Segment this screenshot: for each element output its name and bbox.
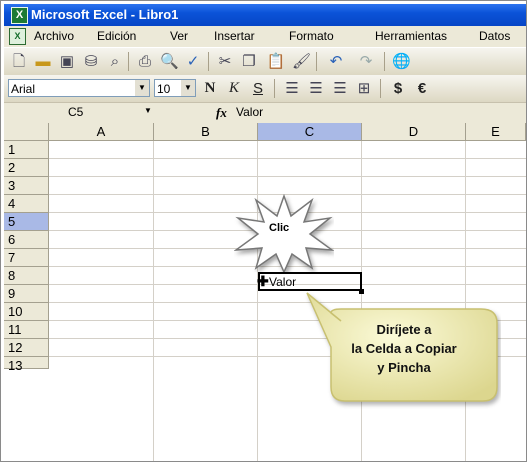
- cut-icon[interactable]: ✂: [216, 52, 234, 71]
- spelling-icon[interactable]: ✓: [184, 52, 202, 71]
- name-box[interactable]: C5 ▼: [4, 104, 154, 121]
- callout-line-3: y Pincha: [377, 360, 431, 375]
- bold-button[interactable]: N: [200, 79, 220, 98]
- standard-toolbar: 🗋 ▬ ▣ ⛁ ⌕ ⎙ 🔍 ✓ ✂ ❐ 📋 🖌 ↶ ↷ 🌐: [4, 47, 526, 76]
- callout-line-1: Diríjete a: [376, 322, 432, 337]
- row-header-8[interactable]: 8: [4, 267, 49, 285]
- menu-ver[interactable]: Ver: [170, 29, 188, 43]
- menu-archivo[interactable]: Archivo: [34, 29, 74, 43]
- menu-insertar[interactable]: Insertar: [214, 29, 255, 43]
- menu-datos[interactable]: Datos: [479, 29, 510, 43]
- gridline: [153, 141, 154, 461]
- row-header-12[interactable]: 12: [4, 339, 49, 357]
- search-icon[interactable]: ⌕: [106, 52, 124, 71]
- row-header-5[interactable]: 5: [4, 213, 49, 231]
- workbook-icon[interactable]: X: [9, 28, 26, 45]
- active-cell-c5[interactable]: ✚ Valor: [257, 272, 362, 291]
- formatting-toolbar: Arial ▼ 10 ▼ N K S ☰ ☰ ☰ ⊞ $ €: [4, 75, 526, 103]
- toolbar-separator: [274, 79, 275, 98]
- underline-button[interactable]: S: [248, 79, 268, 98]
- click-label: Clic: [269, 222, 290, 234]
- row-header-11[interactable]: 11: [4, 321, 49, 339]
- gridline: [49, 158, 526, 159]
- italic-button[interactable]: K: [224, 79, 244, 98]
- align-right-icon[interactable]: ☰: [330, 79, 350, 98]
- font-name-value: Arial: [11, 82, 36, 96]
- copy-icon[interactable]: ❐: [240, 52, 258, 71]
- row-header-2[interactable]: 2: [4, 159, 49, 177]
- euro-button[interactable]: €: [412, 79, 432, 98]
- formula-bar: C5 ▼ fx Valor: [4, 103, 526, 124]
- align-center-icon[interactable]: ☰: [306, 79, 326, 98]
- gridline: [49, 176, 526, 177]
- column-header-b[interactable]: B: [154, 123, 258, 141]
- select-all-corner[interactable]: [4, 123, 49, 141]
- column-header-c[interactable]: C: [258, 123, 362, 141]
- new-document-icon[interactable]: 🗋: [10, 52, 28, 71]
- row-header-3[interactable]: 3: [4, 177, 49, 195]
- permission-icon[interactable]: ⛁: [82, 52, 100, 71]
- toolbar-separator: [208, 52, 209, 71]
- currency-button[interactable]: $: [388, 79, 408, 98]
- font-name-select[interactable]: Arial ▼: [8, 79, 150, 97]
- font-size-select[interactable]: 10 ▼: [154, 79, 196, 97]
- window-title: Microsoft Excel - Libro1: [31, 7, 179, 22]
- excel-logo-icon: X: [11, 7, 28, 24]
- column-header-a[interactable]: A: [49, 123, 154, 141]
- hyperlink-icon[interactable]: 🌐: [392, 52, 411, 71]
- row-header-6[interactable]: 6: [4, 231, 49, 249]
- callout-text: Diríjete a la Celda a Copiar y Pincha: [329, 320, 479, 377]
- name-box-value: C5: [68, 105, 84, 119]
- toolbar-separator: [316, 52, 317, 71]
- formula-input[interactable]: Valor: [236, 105, 263, 119]
- column-header-d[interactable]: D: [362, 123, 466, 141]
- font-size-value: 10: [157, 82, 171, 96]
- menu-herramientas[interactable]: Herramientas: [375, 29, 447, 43]
- gridline: [257, 141, 258, 461]
- chevron-down-icon[interactable]: ▼: [135, 80, 149, 96]
- row-header-1[interactable]: 1: [4, 141, 49, 159]
- toolbar-separator: [384, 52, 385, 71]
- menu-formato[interactable]: Formato: [289, 29, 334, 43]
- menu-bar: X Archivo Edición Ver Insertar Formato H…: [4, 26, 526, 47]
- excel-window: X Microsoft Excel - Libro1 X Archivo Edi…: [0, 0, 527, 462]
- menu-edicion[interactable]: Edición: [97, 29, 136, 43]
- format-painter-icon[interactable]: 🖌: [292, 52, 311, 71]
- print-icon[interactable]: ⎙: [136, 52, 154, 71]
- undo-icon[interactable]: ↶: [324, 52, 348, 71]
- insert-function-icon[interactable]: fx: [216, 105, 227, 121]
- open-folder-icon[interactable]: ▬: [34, 52, 52, 71]
- redo-icon[interactable]: ↷: [354, 52, 378, 71]
- row-header-10[interactable]: 10: [4, 303, 49, 321]
- row-header-4[interactable]: 4: [4, 195, 49, 213]
- toolbar-separator: [380, 79, 381, 98]
- row-header-13[interactable]: 13: [4, 357, 49, 373]
- align-left-icon[interactable]: ☰: [282, 79, 302, 98]
- column-header-e[interactable]: E: [466, 123, 526, 141]
- chevron-down-icon[interactable]: ▼: [181, 80, 195, 96]
- merge-center-icon[interactable]: ⊞: [354, 79, 374, 98]
- chevron-down-icon[interactable]: ▼: [144, 106, 152, 115]
- row-header-7[interactable]: 7: [4, 249, 49, 267]
- row-header-9[interactable]: 9: [4, 285, 49, 303]
- title-bar: X Microsoft Excel - Libro1: [4, 4, 526, 26]
- save-icon[interactable]: ▣: [58, 52, 76, 71]
- toolbar-separator: [128, 52, 129, 71]
- print-preview-icon[interactable]: 🔍: [160, 52, 179, 71]
- cursor-cross-icon: ✚: [257, 273, 269, 289]
- paste-icon[interactable]: 📋: [264, 52, 288, 71]
- callout-line-2: la Celda a Copiar: [351, 341, 457, 356]
